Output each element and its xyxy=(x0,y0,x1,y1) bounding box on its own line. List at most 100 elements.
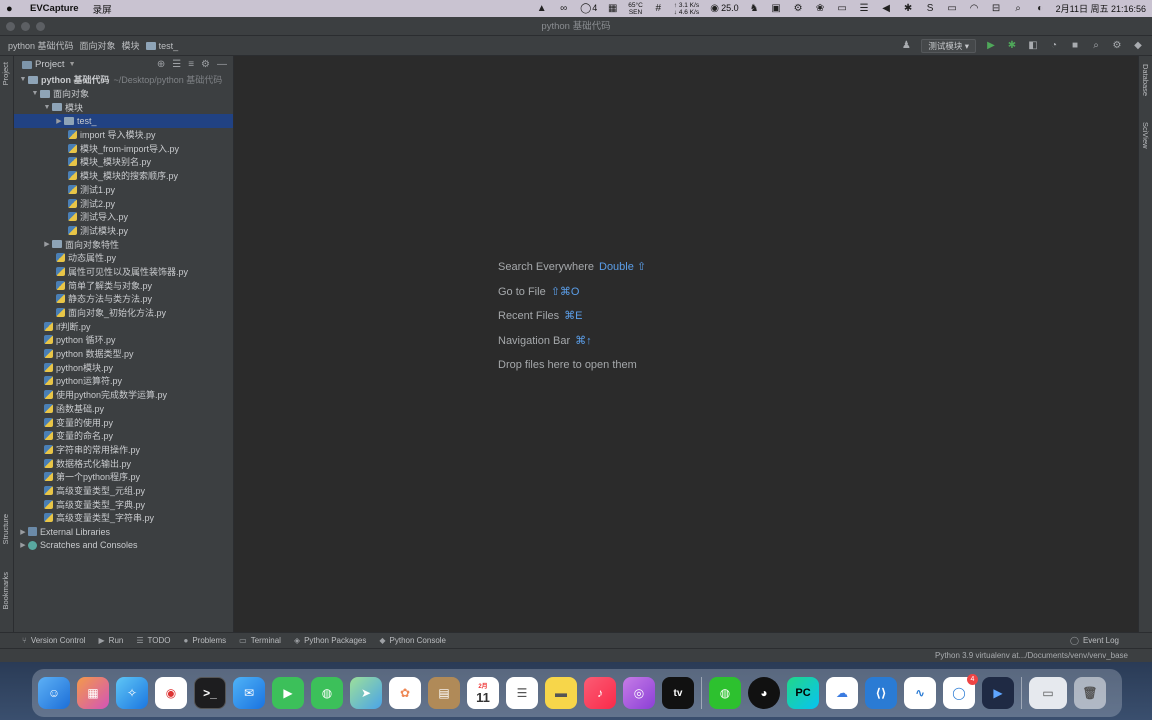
tool-tab-bookmarks[interactable]: Bookmarks xyxy=(1,572,10,610)
jetbrains-icon[interactable]: ◆ xyxy=(1132,40,1144,51)
tab-python-console[interactable]: ◆ Python Console xyxy=(379,636,446,645)
tree-folder-selected[interactable]: ▶ test_ xyxy=(14,114,233,128)
tree-file[interactable]: 模块_模块的搜索顺序.py xyxy=(14,169,233,183)
editor-area[interactable]: Search Everywhere Double ⇧ Go to File ⇧⌘O … xyxy=(234,56,1138,632)
chevron-down-icon[interactable]: ▼ xyxy=(42,104,52,111)
tree-scratches[interactable]: ▶ Scratches and Consoles xyxy=(14,538,233,552)
bluetooth-icon[interactable]: ✱ xyxy=(902,3,915,14)
tree-file[interactable]: 测试导入.py xyxy=(14,210,233,224)
chevron-down-icon[interactable]: ▼ xyxy=(30,90,40,97)
chevron-right-icon[interactable]: ▶ xyxy=(18,528,28,536)
tree-file[interactable]: 简单了解类与对象.py xyxy=(14,278,233,292)
tree-file[interactable]: import 导入模块.py xyxy=(14,128,233,142)
tree-file[interactable]: 模块_from-import导入.py xyxy=(14,141,233,155)
tree-file[interactable]: 变量的使用.py xyxy=(14,415,233,429)
tree-file[interactable]: 测试1.py xyxy=(14,183,233,197)
capture-icon[interactable]: ▣ xyxy=(770,3,783,14)
settings-icon[interactable]: ⚙ xyxy=(1111,40,1123,51)
tree-file[interactable]: 第一个python程序.py xyxy=(14,470,233,484)
chevron-right-icon[interactable]: ▶ xyxy=(54,117,64,125)
trash-icon[interactable]: 🗑 xyxy=(1074,677,1106,709)
run-config-select[interactable]: 测试模块 ▾ xyxy=(921,38,976,53)
app-s-icon[interactable]: S xyxy=(924,3,937,14)
chevron-down-icon[interactable]: ▼ xyxy=(18,76,28,83)
tree-file[interactable]: python 循环.py xyxy=(14,333,233,347)
baidu-netdisk-icon[interactable]: ☁ xyxy=(826,677,858,709)
tree-file[interactable]: python运算符.py xyxy=(14,374,233,388)
activity-icon[interactable]: ∿ xyxy=(904,677,936,709)
tree-file[interactable]: 数据格式化输出.py xyxy=(14,456,233,470)
tree-file[interactable]: 高级变量类型_字典.py xyxy=(14,497,233,511)
qq-menu-icon[interactable]: ◯4 xyxy=(579,3,597,14)
tree-file[interactable]: 使用python完成数学运算.py xyxy=(14,388,233,402)
tab-python-packages[interactable]: ◈ Python Packages xyxy=(294,636,366,645)
tree-file[interactable]: 变量的命名.py xyxy=(14,429,233,443)
chevron-down-icon[interactable]: ▼ xyxy=(69,61,76,68)
terminal-app-icon[interactable]: >_ xyxy=(194,677,226,709)
tree-file[interactable]: 属性可见性以及属性装饰器.py xyxy=(14,265,233,279)
chevron-right-icon[interactable]: ▶ xyxy=(18,541,28,549)
tab-problems[interactable]: ● Problems xyxy=(184,636,227,645)
debug-icon[interactable]: ✱ xyxy=(1006,40,1018,51)
appletv-icon[interactable]: tv xyxy=(662,677,694,709)
close-button[interactable] xyxy=(6,22,15,31)
tool-tab-structure[interactable]: Structure xyxy=(1,514,10,544)
breadcrumb-module[interactable]: 模块 xyxy=(122,39,140,52)
mail-icon[interactable]: ✉ xyxy=(233,677,265,709)
tab-todo[interactable]: ☰ TODO xyxy=(136,636,170,645)
facetime-icon[interactable]: ▶ xyxy=(272,677,304,709)
bell-icon[interactable]: ▲ xyxy=(535,3,548,14)
qq-icon[interactable]: ◕ xyxy=(748,677,780,709)
profile-icon[interactable]: ◔ xyxy=(1048,40,1060,51)
tree-file[interactable]: if判断.py xyxy=(14,319,233,333)
breadcrumb-test[interactable]: test_ xyxy=(145,41,178,51)
expand-all-icon[interactable]: ☰ xyxy=(172,59,181,70)
hide-panel-icon[interactable]: — xyxy=(217,59,227,70)
collapse-all-icon[interactable]: ≡ xyxy=(188,59,194,70)
search-icon[interactable]: ⌕ xyxy=(1090,40,1102,51)
tree-folder[interactable]: ▶ 面向对象特性 xyxy=(14,237,233,251)
downloads-stack-icon[interactable]: ▭ xyxy=(1029,677,1067,709)
messages-icon[interactable]: ◍ xyxy=(311,677,343,709)
menu-app-name[interactable]: EVCapture xyxy=(30,3,79,14)
breadcrumb-oop[interactable]: 面向对象 xyxy=(80,39,116,52)
tree-file[interactable]: 面向对象_初始化方法.py xyxy=(14,306,233,320)
battery-icon[interactable]: ▭ xyxy=(946,3,959,14)
tree-external-libraries[interactable]: ▶ External Libraries xyxy=(14,525,233,539)
vscode-icon[interactable]: ⟨⟩ xyxy=(865,677,897,709)
link-icon[interactable]: ∞ xyxy=(557,3,570,14)
tool-tab-sciview[interactable]: SciView xyxy=(1141,122,1150,149)
tree-file[interactable]: 测试2.py xyxy=(14,196,233,210)
pycharm-icon[interactable]: PC xyxy=(787,677,819,709)
photos-icon[interactable]: ✿ xyxy=(389,677,421,709)
control-center-icon[interactable]: ⊟ xyxy=(990,3,1003,14)
contacts-icon[interactable]: ▤ xyxy=(428,677,460,709)
chevron-right-icon[interactable]: ▶ xyxy=(42,240,52,248)
podcasts-icon[interactable]: ◎ xyxy=(623,677,655,709)
cpu-temp-widget[interactable]: 65°C SEN xyxy=(628,2,643,16)
screen-icon[interactable]: ▭ xyxy=(836,3,849,14)
tree-file[interactable]: 函数基础.py xyxy=(14,402,233,416)
wechat-icon[interactable]: ◍ xyxy=(709,677,741,709)
tree-file[interactable]: 高级变量类型_字符串.py xyxy=(14,511,233,525)
reminders-icon[interactable]: ☰ xyxy=(506,677,538,709)
swirl-icon[interactable]: ❀ xyxy=(814,3,827,14)
wifi-icon[interactable]: ◠ xyxy=(968,3,981,14)
volume-icon[interactable]: ◀ xyxy=(880,3,893,14)
tree-file[interactable]: python模块.py xyxy=(14,360,233,374)
chrome-icon[interactable]: ◉ xyxy=(155,677,187,709)
finder-icon[interactable]: ☺ xyxy=(38,677,70,709)
breadcrumb-project[interactable]: python 基础代码 xyxy=(8,39,74,52)
tool-tab-project[interactable]: Project xyxy=(1,62,10,85)
tab-version-control[interactable]: ⑂ Version Control xyxy=(22,636,86,645)
gear-icon[interactable]: ⚙ xyxy=(792,3,805,14)
run-icon[interactable]: ▶ xyxy=(985,40,997,51)
tree-file[interactable]: 静态方法与类方法.py xyxy=(14,292,233,306)
tree-file[interactable]: 动态属性.py xyxy=(14,251,233,265)
maps-icon[interactable]: ➤ xyxy=(350,677,382,709)
interpreter-status[interactable]: Python 3.9 virtualenv at.../Documents/ve… xyxy=(935,651,1128,660)
minimize-button[interactable] xyxy=(21,22,30,31)
safari-icon[interactable]: ✧ xyxy=(116,677,148,709)
tool-tab-database[interactable]: Database xyxy=(1141,64,1150,96)
launchpad-icon[interactable]: ▦ xyxy=(77,677,109,709)
